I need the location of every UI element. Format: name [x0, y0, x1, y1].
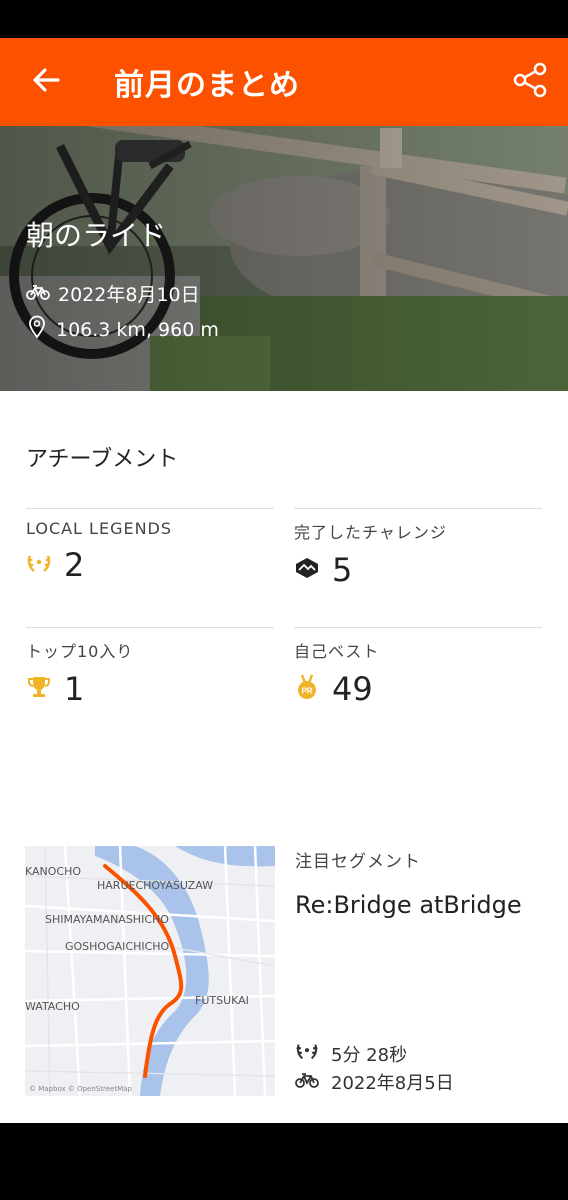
challenge-icon — [294, 556, 320, 584]
app-bar: 前月のまとめ — [0, 38, 568, 126]
segment-label: 注目セグメント — [295, 852, 421, 872]
summary-content: アチーブメント LOCAL LEGENDS 2 完了したチャレンジ 5 トップ1… — [0, 391, 568, 1123]
laurel-icon — [26, 551, 52, 579]
status-bar — [0, 0, 568, 38]
segment-name[interactable]: Re:Bridge atBridge — [295, 887, 545, 923]
stat-personal-best[interactable]: 自己ベスト PR 49 — [294, 627, 542, 708]
svg-text:PR: PR — [301, 687, 312, 696]
photo-overlay — [0, 126, 568, 391]
stat-local-legends[interactable]: LOCAL LEGENDS 2 — [26, 508, 274, 584]
arrow-left-icon — [31, 65, 61, 99]
activity-date-row: 2022年8月10日 — [26, 280, 200, 307]
segment-time-row: 5分 28秒 — [295, 1040, 407, 1067]
segment-map-graphic: KANOCHO HARUECHOYASUZAW SHIMAYAMANASHICH… — [25, 846, 275, 1096]
map-label: WATACHO — [25, 1000, 80, 1013]
page-title: 前月のまとめ — [114, 68, 300, 103]
segment-map[interactable]: KANOCHO HARUECHOYASUZAW SHIMAYAMANASHICH… — [25, 846, 275, 1096]
map-label: HARUECHOYASUZAW — [97, 879, 213, 892]
stat-label: 完了したチャレンジ — [294, 523, 447, 542]
activity-date: 2022年8月10日 — [58, 284, 200, 306]
map-label: GOSHOGAICHICHO — [65, 940, 170, 953]
map-label: FUTSUKAI — [195, 994, 249, 1007]
trophy-icon — [26, 674, 52, 704]
share-icon — [511, 61, 549, 103]
share-button[interactable] — [508, 60, 552, 104]
segment-time: 5分 28秒 — [331, 1044, 408, 1066]
segment-date: 2022年8月5日 — [331, 1073, 454, 1094]
back-button[interactable] — [26, 62, 66, 102]
stat-label: LOCAL LEGENDS — [26, 519, 173, 538]
stat-value: 2 — [64, 546, 85, 584]
system-nav-bar — [0, 1123, 568, 1200]
map-label: KANOCHO — [25, 865, 81, 878]
activity-stats-row: 106.3 km, 960 m — [26, 315, 219, 344]
activity-title: 朝のライド — [26, 219, 167, 252]
location-pin-icon — [26, 315, 56, 344]
pr-medal-icon: PR — [294, 673, 320, 705]
achievements-title: アチーブメント — [26, 447, 179, 472]
stat-value: 5 — [332, 551, 353, 589]
bike-icon — [26, 283, 58, 305]
stat-value: 1 — [64, 670, 85, 708]
stat-challenges[interactable]: 完了したチャレンジ 5 — [294, 508, 542, 589]
stat-top10[interactable]: トップ10入り 1 — [26, 627, 274, 708]
stat-value: 49 — [332, 670, 373, 708]
stat-label: 自己ベスト — [294, 642, 380, 661]
activity-stats: 106.3 km, 960 m — [56, 318, 219, 341]
laurel-icon — [295, 1040, 331, 1067]
stat-label: トップ10入り — [26, 642, 134, 661]
map-label: SHIMAYAMANASHICHO — [45, 913, 169, 926]
bike-icon — [295, 1072, 331, 1093]
activity-hero[interactable]: 朝のライド 2022年8月10日 106.3 km, 960 m — [0, 126, 568, 391]
map-credit: © Mapbox © OpenStreetMap — [29, 1085, 132, 1093]
segment-date-row: 2022年8月5日 — [295, 1069, 454, 1095]
